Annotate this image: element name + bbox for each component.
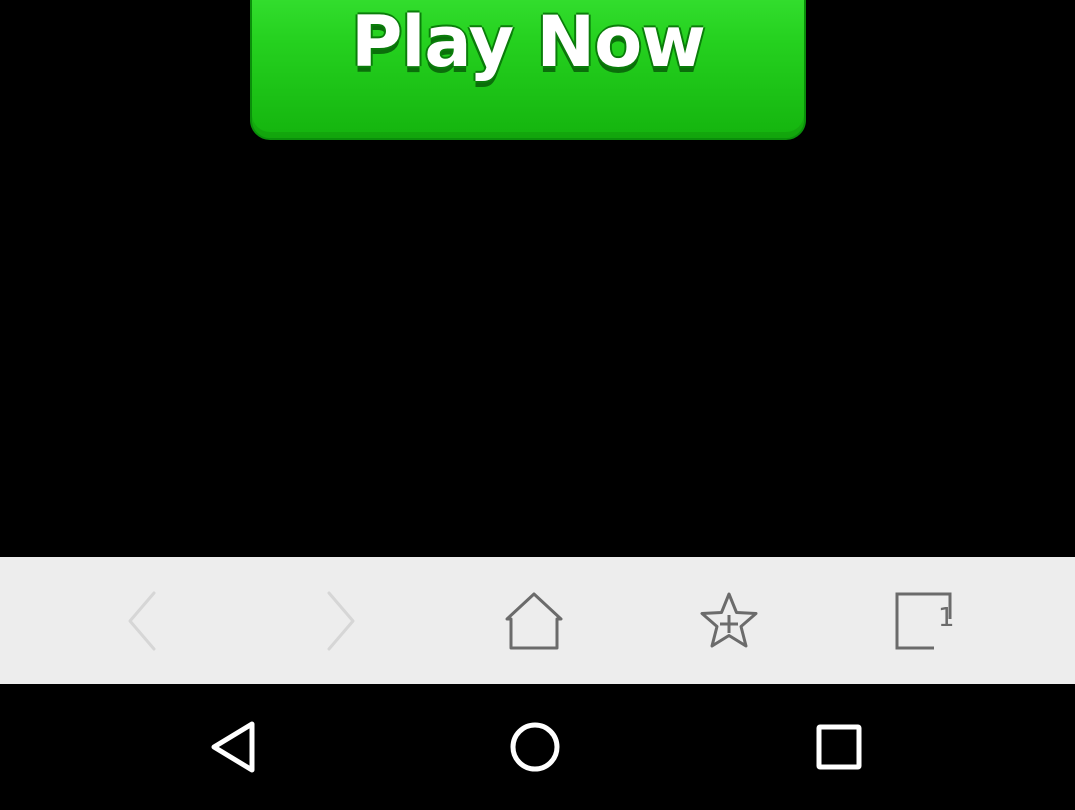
chevron-right-icon bbox=[327, 591, 355, 650]
tabs-count-badge: 1 bbox=[938, 603, 955, 633]
forward-button[interactable] bbox=[279, 557, 399, 684]
nav-recents-button[interactable] bbox=[779, 684, 899, 810]
circle-home-icon bbox=[510, 722, 560, 772]
system-nav-bar bbox=[0, 684, 1075, 810]
triangle-back-icon bbox=[211, 721, 255, 773]
bookmark-button[interactable] bbox=[669, 557, 789, 684]
nav-home-button[interactable] bbox=[475, 684, 595, 810]
nav-back-button[interactable] bbox=[173, 684, 293, 810]
play-now-label: Play Now bbox=[351, 1, 706, 83]
tabs-button[interactable] bbox=[864, 557, 984, 684]
square-recents-icon bbox=[816, 724, 862, 770]
chevron-left-icon bbox=[128, 591, 156, 650]
home-button[interactable] bbox=[474, 557, 594, 684]
home-icon bbox=[505, 592, 563, 649]
screen: Play Now 1 bbox=[0, 0, 1075, 810]
play-now-button[interactable]: Play Now bbox=[250, 0, 806, 140]
star-plus-icon bbox=[700, 592, 758, 647]
back-button[interactable] bbox=[84, 557, 204, 684]
browser-toolbar bbox=[0, 557, 1075, 684]
